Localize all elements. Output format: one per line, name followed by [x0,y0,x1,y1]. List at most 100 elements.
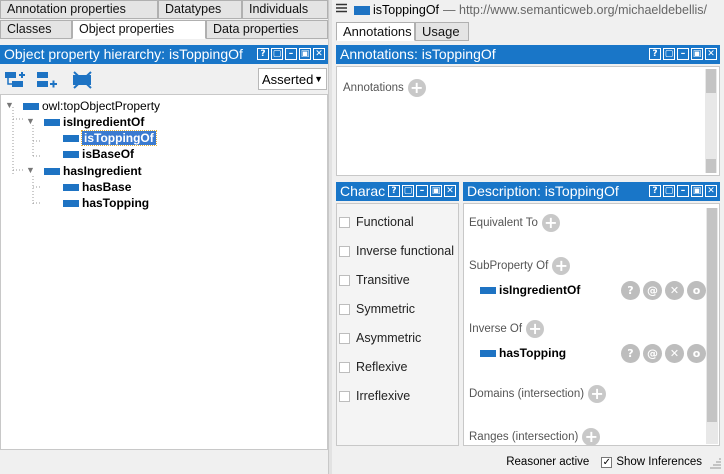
splitter[interactable] [328,0,332,474]
tree-node-isingredientof[interactable]: isIngredientOf [44,115,144,129]
description-scrollbar[interactable] [706,208,718,444]
show-inferences-checkbox[interactable]: ✓ [601,456,613,468]
checkbox[interactable] [339,245,350,257]
entity-iri: — http://www.semanticweb.org/michaeldebe… [443,3,708,17]
float-icon[interactable]: ▢ [663,185,675,197]
object-property-icon [63,199,79,207]
tab-annotation-properties[interactable]: Annotation properties [0,0,158,19]
close-icon[interactable]: ✕ [705,48,717,60]
reasoner-status: Reasoner active [506,456,590,468]
collapse-toggle-icon[interactable]: ▼ [5,100,14,110]
maximize-icon[interactable]: ▣ [299,48,311,60]
tab-object-properties[interactable]: Object properties [72,20,206,39]
characteristic-symmetric[interactable]: Symmetric [339,302,415,316]
add-inverse-button[interactable]: + [526,320,545,338]
explain-icon[interactable]: ? [621,280,640,300]
float-icon[interactable]: ▢ [271,48,283,60]
annotate-icon[interactable]: @ [643,280,662,300]
tree-node-istoppingof[interactable]: isToppingOf [63,130,157,146]
tab-annotations[interactable]: Annotations [336,22,415,41]
annotations-label: Annotations [343,82,404,94]
characteristics-title: Charac [340,183,386,199]
add-equivalent-button[interactable]: + [541,214,560,232]
tree-node-root[interactable]: owl:topObjectProperty [23,99,160,113]
help-icon[interactable]: ? [649,48,661,60]
object-property-icon [63,150,79,158]
checkbox[interactable] [339,390,350,402]
add-range-button[interactable]: + [582,428,601,446]
characteristic-inverse-functional[interactable]: Inverse functional [339,244,454,258]
float-icon[interactable]: ▢ [663,48,675,60]
checkbox[interactable] [339,274,350,286]
domains-row: Domains (intersection) + [469,385,607,403]
delete-property-button[interactable] [70,69,96,91]
edit-icon[interactable]: o [687,280,706,300]
annotations-panel: Annotations + [336,66,720,176]
delete-icon[interactable]: ✕ [665,280,684,300]
object-property-icon [44,167,60,175]
inverse-entry[interactable]: hasTopping ? @ ✕ o [480,341,706,365]
property-tree: ▼ owl:topObjectProperty ▼ isIngredientOf… [0,94,328,450]
tree-node-hastopping[interactable]: hasTopping [63,196,149,210]
inverse-of-row: Inverse Of + [469,320,545,338]
minimize-icon[interactable]: – [677,48,689,60]
close-icon[interactable]: ✕ [313,48,325,60]
minimize-icon[interactable]: – [416,185,428,197]
tree-node-isbaseof[interactable]: isBaseOf [63,147,134,161]
show-inferences-label: Show Inferences [616,456,702,468]
tab-datatypes[interactable]: Datatypes [158,0,242,19]
help-icon[interactable]: ? [649,185,661,197]
status-bar: Reasoner active ✓ Show Inferences [332,450,724,474]
tree-node-hasingredient[interactable]: hasIngredient [44,164,142,178]
characteristic-asymmetric[interactable]: Asymmetric [339,331,421,345]
characteristic-reflexive[interactable]: Reflexive [339,360,407,374]
characteristic-functional[interactable]: Functional [339,215,414,229]
checkbox[interactable] [339,361,350,373]
maximize-icon[interactable]: ▣ [430,185,442,197]
hierarchy-mode-select[interactable]: Asserted ▼ [258,68,327,90]
collapse-toggle-icon[interactable]: ▼ [26,116,35,126]
scroll-thumb-bottom[interactable] [706,159,716,173]
tree-node-hasbase[interactable]: hasBase [63,180,131,194]
add-subproperty-button[interactable] [3,69,29,91]
float-icon[interactable]: ▢ [402,185,414,197]
menu-icon[interactable] [336,3,347,15]
close-icon[interactable]: ✕ [444,185,456,197]
delete-icon[interactable]: ✕ [665,343,684,363]
add-domain-button[interactable]: + [588,385,607,403]
minimize-icon[interactable]: – [285,48,297,60]
edit-icon[interactable]: o [687,343,706,363]
scroll-thumb[interactable] [706,69,716,93]
checkbox[interactable] [339,303,350,315]
maximize-icon[interactable]: ▣ [691,48,703,60]
annotations-title: Annotations: isToppingOf [340,46,496,62]
add-sibling-property-button[interactable] [35,69,61,91]
close-icon[interactable]: ✕ [705,185,717,197]
tab-usage[interactable]: Usage [415,22,469,41]
characteristic-irreflexive[interactable]: Irreflexive [339,389,410,403]
annotations-scrollbar[interactable] [705,69,717,173]
collapse-toggle-icon[interactable]: ▼ [26,165,35,175]
maximize-icon[interactable]: ▣ [691,185,703,197]
tab-individuals[interactable]: Individuals [242,0,328,19]
add-subproperty-icon [5,72,25,87]
annotations-row: Annotations + [343,79,426,97]
scroll-thumb[interactable] [707,208,717,422]
add-annotation-button[interactable]: + [407,79,426,97]
annotations-title-bar: Annotations: isToppingOf ? ▢ – ▣ ✕ [336,45,720,64]
characteristic-transitive[interactable]: Transitive [339,273,410,287]
delete-property-icon [73,71,92,89]
checkbox[interactable] [339,216,350,228]
help-icon[interactable]: ? [388,185,400,197]
checkbox[interactable] [339,332,350,344]
subproperty-entry[interactable]: isIngredientOf ? @ ✕ o [480,278,706,302]
tab-classes[interactable]: Classes [0,20,72,39]
help-icon[interactable]: ? [257,48,269,60]
add-subproperty-of-button[interactable]: + [552,257,571,275]
tab-data-properties[interactable]: Data properties [206,20,328,39]
hierarchy-title-bar: Object property hierarchy: isToppingOf ?… [0,45,328,64]
minimize-icon[interactable]: – [677,185,689,197]
resize-grip-icon[interactable] [708,455,722,469]
explain-icon[interactable]: ? [621,343,640,363]
annotate-icon[interactable]: @ [643,343,662,363]
